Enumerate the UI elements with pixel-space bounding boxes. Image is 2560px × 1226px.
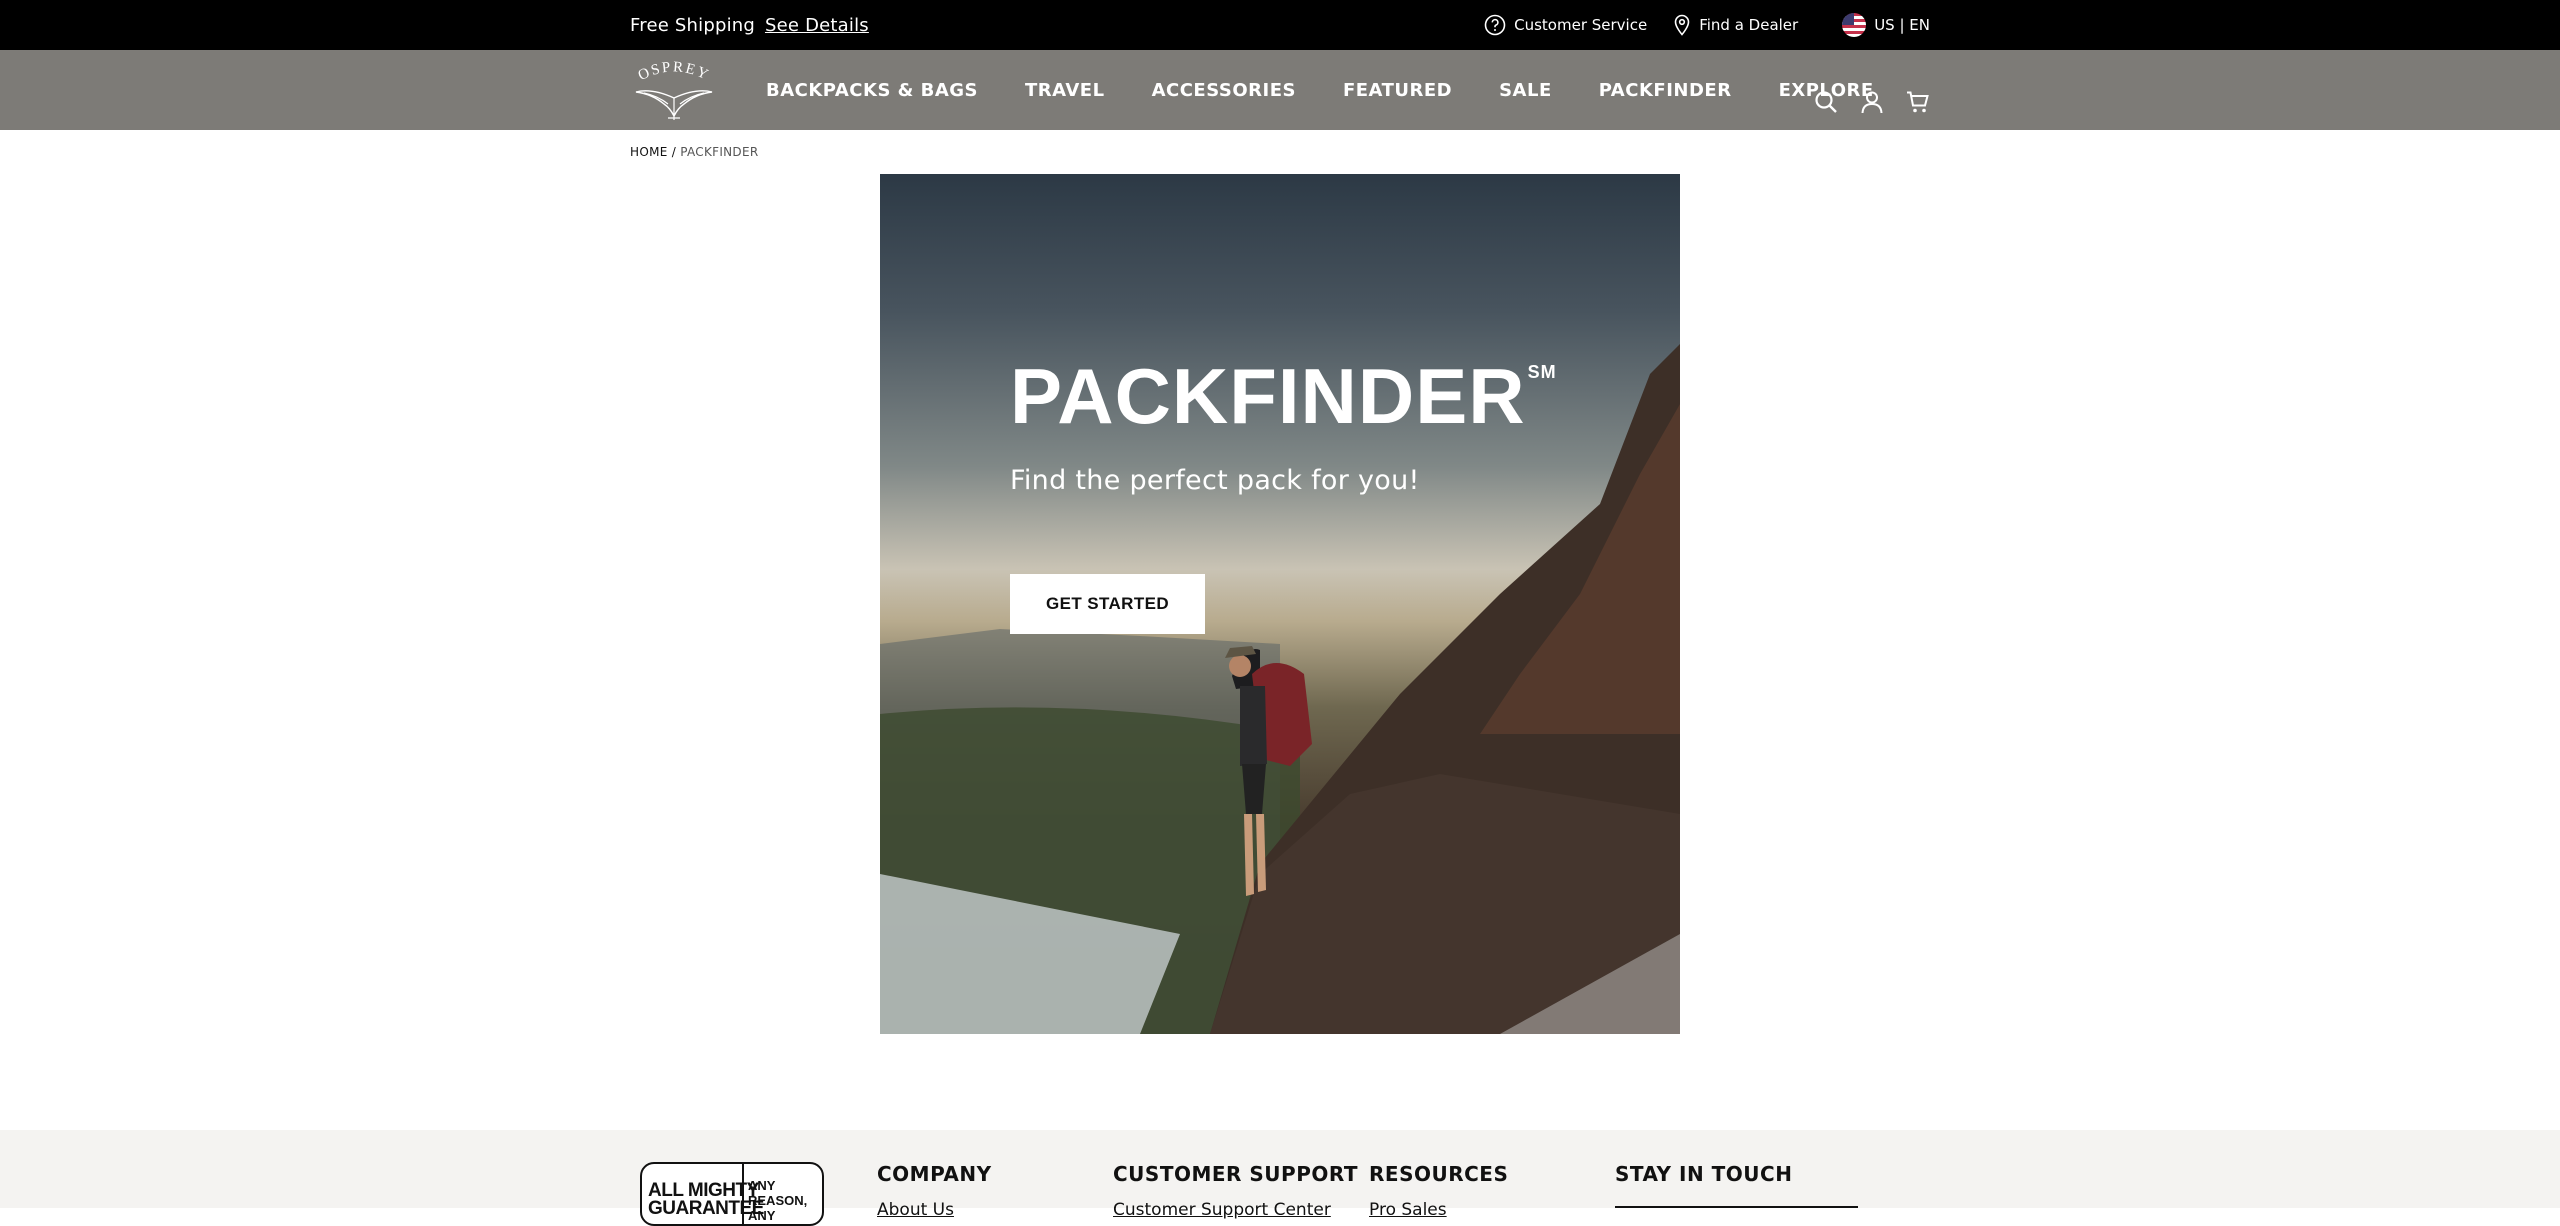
footer-column-company: COMPANY About Us [877,1162,992,1220]
osprey-logo[interactable]: OSPREY [632,58,716,124]
see-details-link[interactable]: See Details [765,15,869,36]
footer-column-stay-in-touch: STAY IN TOUCH [1615,1162,1792,1186]
hero-title: PACKFINDER SM [1010,357,1557,435]
nav-sale[interactable]: SALE [1499,80,1552,101]
nav-accessories[interactable]: ACCESSORIES [1152,80,1296,101]
footer-column-customer-support: CUSTOMER SUPPORT Customer Support Center [1113,1162,1358,1220]
locale-selector[interactable]: US | EN [1842,13,1930,37]
all-mighty-guarantee-badge[interactable]: ALL MIGHTY GUARANTEE ANY REASON, ANY PRO… [640,1162,824,1226]
get-started-button[interactable]: GET STARTED [1010,574,1205,634]
find-dealer-link[interactable]: Find a Dealer [1673,14,1798,36]
svg-text:OSPREY: OSPREY [636,59,712,84]
footer-link-pro-sales[interactable]: Pro Sales [1369,1200,1508,1220]
customer-service-label: Customer Service [1514,16,1648,34]
find-dealer-label: Find a Dealer [1699,16,1799,34]
guarantee-right-text: ANY REASON, ANY PRODUCT [748,1178,812,1224]
guarantee-divider [742,1164,744,1224]
hiker-mountain-image [880,344,1680,1034]
footer-column-title: STAY IN TOUCH [1615,1162,1793,1186]
hero-title-text: PACKFINDER [1010,352,1526,440]
footer-link-about-us[interactable]: About Us [877,1200,992,1220]
customer-service-link[interactable]: Customer Service [1484,14,1647,36]
footer-column-title: COMPANY [877,1162,992,1186]
footer-link-support-center[interactable]: Customer Support Center [1113,1200,1358,1220]
main-navigation: OSPREY BACKPACKS & BAGS TRAVEL ACCESSORI… [0,50,2560,130]
service-mark: SM [1527,362,1557,382]
footer-column-title: CUSTOMER SUPPORT [1113,1162,1359,1186]
site-footer: ALL MIGHTY GUARANTEE ANY REASON, ANY PRO… [0,1130,2560,1226]
account-icon[interactable] [1860,90,1884,114]
breadcrumb-home[interactable]: HOME [630,145,668,159]
nav-packfinder[interactable]: PACKFINDER [1599,80,1732,101]
breadcrumb-current: PACKFINDER [680,145,759,159]
us-flag-icon [1842,13,1867,37]
breadcrumb-separator: / [671,145,677,159]
nav-featured[interactable]: FEATURED [1343,80,1452,101]
footer-column-resources: RESOURCES Pro Sales [1369,1162,1508,1220]
help-circle-icon [1484,14,1506,36]
top-utility-bar: Free Shipping See Details Customer Servi… [0,0,2560,50]
hero-subtitle: Find the perfect pack for you! [1010,465,1420,496]
footer-column-title: RESOURCES [1369,1162,1509,1186]
cart-icon[interactable] [1906,90,1930,114]
breadcrumb: HOME / PACKFINDER [630,145,759,159]
logo-wordmark: OSPREY [636,59,710,84]
packfinder-hero: PACKFINDER SM Find the perfect pack for y… [880,174,1680,1034]
search-icon[interactable] [1814,90,1838,114]
nav-travel[interactable]: TRAVEL [1025,80,1105,101]
locale-label: US | EN [1874,16,1930,34]
location-pin-icon [1674,14,1690,36]
shipping-promo: Free Shipping See Details [630,15,869,36]
nav-backpacks-bags[interactable]: BACKPACKS & BAGS [766,80,978,101]
shipping-text: Free Shipping [630,14,756,36]
